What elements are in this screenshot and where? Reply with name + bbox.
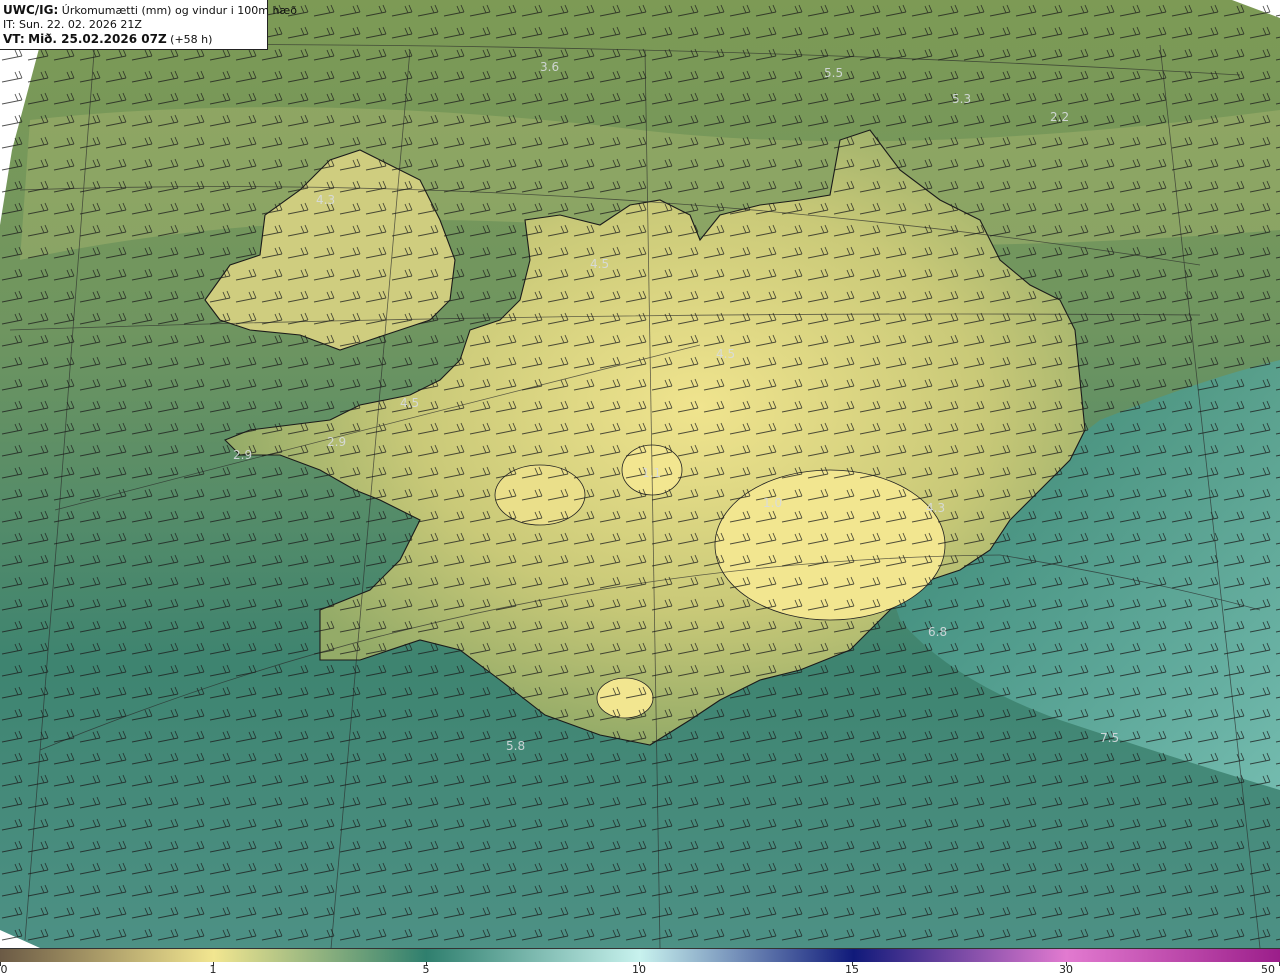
precipitation-map: 3.6 5.5 5.3 2.2 4.3 4.5 4.5 4.5 2.9 2.9 … xyxy=(0,0,1280,948)
it-label: IT: xyxy=(3,18,16,31)
map-value: 1.0 xyxy=(763,496,782,510)
map-value: 1.1 xyxy=(642,466,661,480)
map-value: 4.5 xyxy=(590,257,609,271)
vt-lead: (+58 h) xyxy=(170,33,213,46)
map-value: 5.8 xyxy=(506,739,525,753)
map-value: 2.9 xyxy=(233,448,252,462)
map-title: Úrkomumætti (mm) og vindur i 100m hæð xyxy=(61,4,297,17)
map-value: 3.6 xyxy=(540,60,559,74)
title-line: UWC/IG: Úrkomumætti (mm) og vindur i 100… xyxy=(3,3,297,18)
colorbar-container: 0 1 5 10 15 30 50 xyxy=(0,948,1280,978)
map-value: 4.3 xyxy=(926,501,945,515)
colorbar-label: 30 xyxy=(1059,963,1073,976)
it-line: IT: Sun. 22. 02. 2026 21Z xyxy=(3,18,267,32)
vt-label: VT: xyxy=(3,32,25,46)
map-value: 7.5 xyxy=(1100,731,1119,745)
map-value: 2.9 xyxy=(327,435,346,449)
colorbar xyxy=(0,948,1280,962)
vt-line: VT: Mið. 25.02.2026 07Z (+58 h) xyxy=(3,32,267,47)
colorbar-label: 15 xyxy=(845,963,859,976)
map-value: 6.8 xyxy=(928,625,947,639)
map-value: 5.5 xyxy=(824,66,843,80)
colorbar-label: 50 xyxy=(1261,963,1275,976)
colorbar-label: 5 xyxy=(422,963,430,976)
map-value: 2.2 xyxy=(1050,110,1069,124)
map-info-box: UWC/IG: Úrkomumætti (mm) og vindur i 100… xyxy=(0,0,297,50)
map-value: 5.3 xyxy=(952,92,971,106)
colorbar-label: 0 xyxy=(0,963,8,976)
vt-value: Mið. 25.02.2026 07Z xyxy=(28,32,167,46)
wind-barbs xyxy=(0,0,1280,948)
model-label: UWC/IG: xyxy=(3,3,59,17)
colorbar-label: 10 xyxy=(632,963,646,976)
it-value: Sun. 22. 02. 2026 21Z xyxy=(18,18,142,31)
map-value: 4.5 xyxy=(400,396,419,410)
map-value: 4.5 xyxy=(716,347,735,361)
map-value: 4.3 xyxy=(316,193,335,207)
colorbar-label: 1 xyxy=(209,963,217,976)
